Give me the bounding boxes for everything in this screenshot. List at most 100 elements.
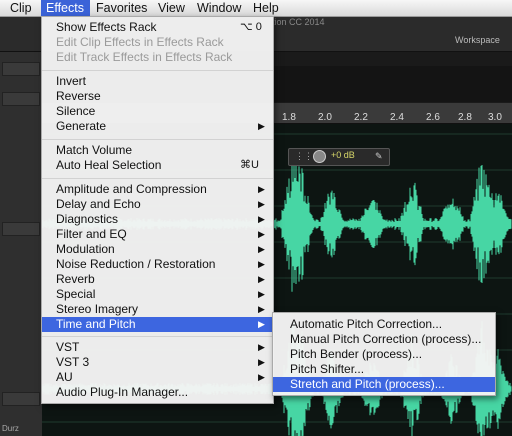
- menu-item-label: Filter and EQ: [56, 227, 127, 241]
- ruler-tick: 3.0: [488, 112, 502, 123]
- menu-item-special[interactable]: Special ▶: [42, 287, 273, 302]
- menu-item-modulation[interactable]: Modulation ▶: [42, 242, 273, 257]
- menu-item-edit-clip-effects: Edit Clip Effects in Effects Rack: [42, 35, 273, 50]
- menu-item-reverb[interactable]: Reverb ▶: [42, 272, 273, 287]
- submenu-item-manual-pitch-correction[interactable]: Manual Pitch Correction (process)...: [273, 332, 495, 347]
- submenu-arrow-icon: ▶: [258, 229, 265, 239]
- menu-window[interactable]: Window: [197, 0, 241, 16]
- submenu-item-label: Pitch Bender (process)...: [290, 347, 423, 361]
- menu-item-label: Diagnostics: [56, 212, 119, 226]
- ruler-tick: 2.0: [318, 112, 332, 123]
- submenu-arrow-icon: ▶: [258, 372, 265, 382]
- menu-view[interactable]: View: [158, 0, 185, 16]
- menu-item-invert[interactable]: Invert: [42, 74, 273, 89]
- menu-item-au[interactable]: AU ▶: [42, 370, 273, 385]
- menu-item-reverse[interactable]: Reverse: [42, 89, 273, 104]
- menu-item-label: Modulation: [56, 242, 115, 256]
- panel-row[interactable]: [2, 62, 40, 76]
- volume-knob-icon[interactable]: [313, 150, 326, 163]
- menu-item-label: Silence: [56, 104, 96, 118]
- panel-row[interactable]: [2, 222, 40, 236]
- menu-favorites[interactable]: Favorites: [96, 0, 147, 16]
- shortcut-label: ⌥ 0: [240, 21, 262, 33]
- submenu-item-label: Manual Pitch Correction (process)...: [290, 332, 482, 346]
- menu-item-label: Special: [56, 287, 96, 301]
- submenu-arrow-icon: ▶: [258, 304, 265, 314]
- hud-volume-value: +0 dB: [331, 150, 355, 160]
- effects-menu: Show Effects Rack ⌥ 0 Edit Clip Effects …: [41, 16, 274, 404]
- submenu-arrow-icon: ▶: [258, 244, 265, 254]
- submenu-arrow-icon: ▶: [258, 214, 265, 224]
- menu-item-vst[interactable]: VST ▶: [42, 340, 273, 355]
- menu-effects[interactable]: Effects: [41, 0, 90, 16]
- submenu-arrow-icon: ▶: [258, 342, 265, 352]
- menu-item-label: Generate: [56, 119, 107, 133]
- menu-item-generate[interactable]: Generate ▶: [42, 119, 273, 134]
- menu-item-audio-plugin-manager[interactable]: Audio Plug-In Manager...: [42, 385, 273, 400]
- volume-hud[interactable]: ⋮⋮ +0 dB ✎: [288, 148, 390, 166]
- ruler-tick: 2.8: [458, 112, 472, 123]
- menu-item-label: Reverse: [56, 89, 101, 103]
- time-and-pitch-submenu: Automatic Pitch Correction... Manual Pit…: [272, 312, 496, 396]
- menu-item-diagnostics[interactable]: Diagnostics ▶: [42, 212, 273, 227]
- submenu-item-automatic-pitch-correction[interactable]: Automatic Pitch Correction...: [273, 317, 495, 332]
- submenu-arrow-icon: ▶: [258, 121, 265, 131]
- ruler-tick: 2.6: [426, 112, 440, 123]
- shortcut-label: ⌘U: [240, 159, 259, 171]
- menu-item-label: Show Effects Rack: [56, 20, 157, 34]
- submenu-arrow-icon: ▶: [258, 184, 265, 194]
- submenu-item-label: Pitch Shifter...: [290, 362, 365, 376]
- menu-bar: Clip Effects Favorites View Window Help: [0, 0, 512, 17]
- menu-item-silence[interactable]: Silence: [42, 104, 273, 119]
- menu-item-label: Delay and Echo: [56, 197, 141, 211]
- app-title: tion CC 2014: [272, 17, 325, 27]
- ruler-tick: 2.2: [354, 112, 368, 123]
- menu-item-label: Edit Track Effects in Effects Rack: [56, 50, 233, 64]
- menu-item-filter-eq[interactable]: Filter and EQ ▶: [42, 227, 273, 242]
- menu-item-noise-reduction[interactable]: Noise Reduction / Restoration ▶: [42, 257, 273, 272]
- menu-item-time-and-pitch[interactable]: Time and Pitch ▶: [42, 317, 273, 332]
- menu-item-label: Stereo Imagery: [56, 302, 139, 316]
- menu-item-amplitude-compression[interactable]: Amplitude and Compression ▶: [42, 182, 273, 197]
- submenu-arrow-icon: ▶: [258, 319, 265, 329]
- menu-item-label: Auto Heal Selection: [56, 158, 162, 172]
- menu-item-label: Noise Reduction / Restoration: [56, 257, 216, 271]
- menu-help[interactable]: Help: [253, 0, 279, 16]
- workspace-menu[interactable]: Workspace: [455, 35, 500, 45]
- hud-grip-icon: ⋮⋮: [295, 151, 313, 161]
- panel-row[interactable]: [2, 392, 40, 406]
- submenu-item-pitch-shifter[interactable]: Pitch Shifter...: [273, 362, 495, 377]
- ruler-tick: 2.4: [390, 112, 404, 123]
- menu-item-auto-heal-selection[interactable]: Auto Heal Selection ⌘U: [42, 158, 273, 173]
- submenu-item-pitch-bender[interactable]: Pitch Bender (process)...: [273, 347, 495, 362]
- menu-item-label: AU: [56, 370, 73, 384]
- submenu-arrow-icon: ▶: [258, 259, 265, 269]
- menu-item-show-effects-rack[interactable]: Show Effects Rack ⌥ 0: [42, 20, 273, 35]
- menu-item-label: Time and Pitch: [56, 317, 136, 331]
- menu-item-label: Audio Plug-In Manager...: [56, 385, 189, 399]
- submenu-item-label: Automatic Pitch Correction...: [290, 317, 443, 331]
- pin-icon[interactable]: ✎: [375, 151, 383, 162]
- submenu-item-label: Stretch and Pitch (process)...: [290, 377, 445, 391]
- menu-item-label: Reverb: [56, 272, 95, 286]
- panel-row[interactable]: [2, 92, 40, 106]
- menu-clip[interactable]: Clip: [6, 0, 44, 16]
- ruler-tick: 1.8: [282, 112, 296, 123]
- menu-item-vst3[interactable]: VST 3 ▶: [42, 355, 273, 370]
- menu-separator: [42, 178, 273, 179]
- submenu-item-stretch-and-pitch[interactable]: Stretch and Pitch (process)...: [273, 377, 495, 392]
- menu-item-match-volume[interactable]: Match Volume: [42, 143, 273, 158]
- menu-separator: [42, 70, 273, 71]
- submenu-arrow-icon: ▶: [258, 357, 265, 367]
- menu-separator: [42, 139, 273, 140]
- submenu-arrow-icon: ▶: [258, 199, 265, 209]
- menu-item-label: Match Volume: [56, 143, 133, 157]
- menu-item-delay-echo[interactable]: Delay and Echo ▶: [42, 197, 273, 212]
- menu-item-label: Amplitude and Compression: [56, 182, 207, 196]
- menu-item-label: VST 3: [56, 355, 90, 369]
- menu-item-stereo-imagery[interactable]: Stereo Imagery ▶: [42, 302, 273, 317]
- footer-label: Durz: [2, 424, 19, 433]
- menu-item-edit-track-effects: Edit Track Effects in Effects Rack: [42, 50, 273, 65]
- menu-item-label: Invert: [56, 74, 87, 88]
- menu-item-label: VST: [56, 340, 80, 354]
